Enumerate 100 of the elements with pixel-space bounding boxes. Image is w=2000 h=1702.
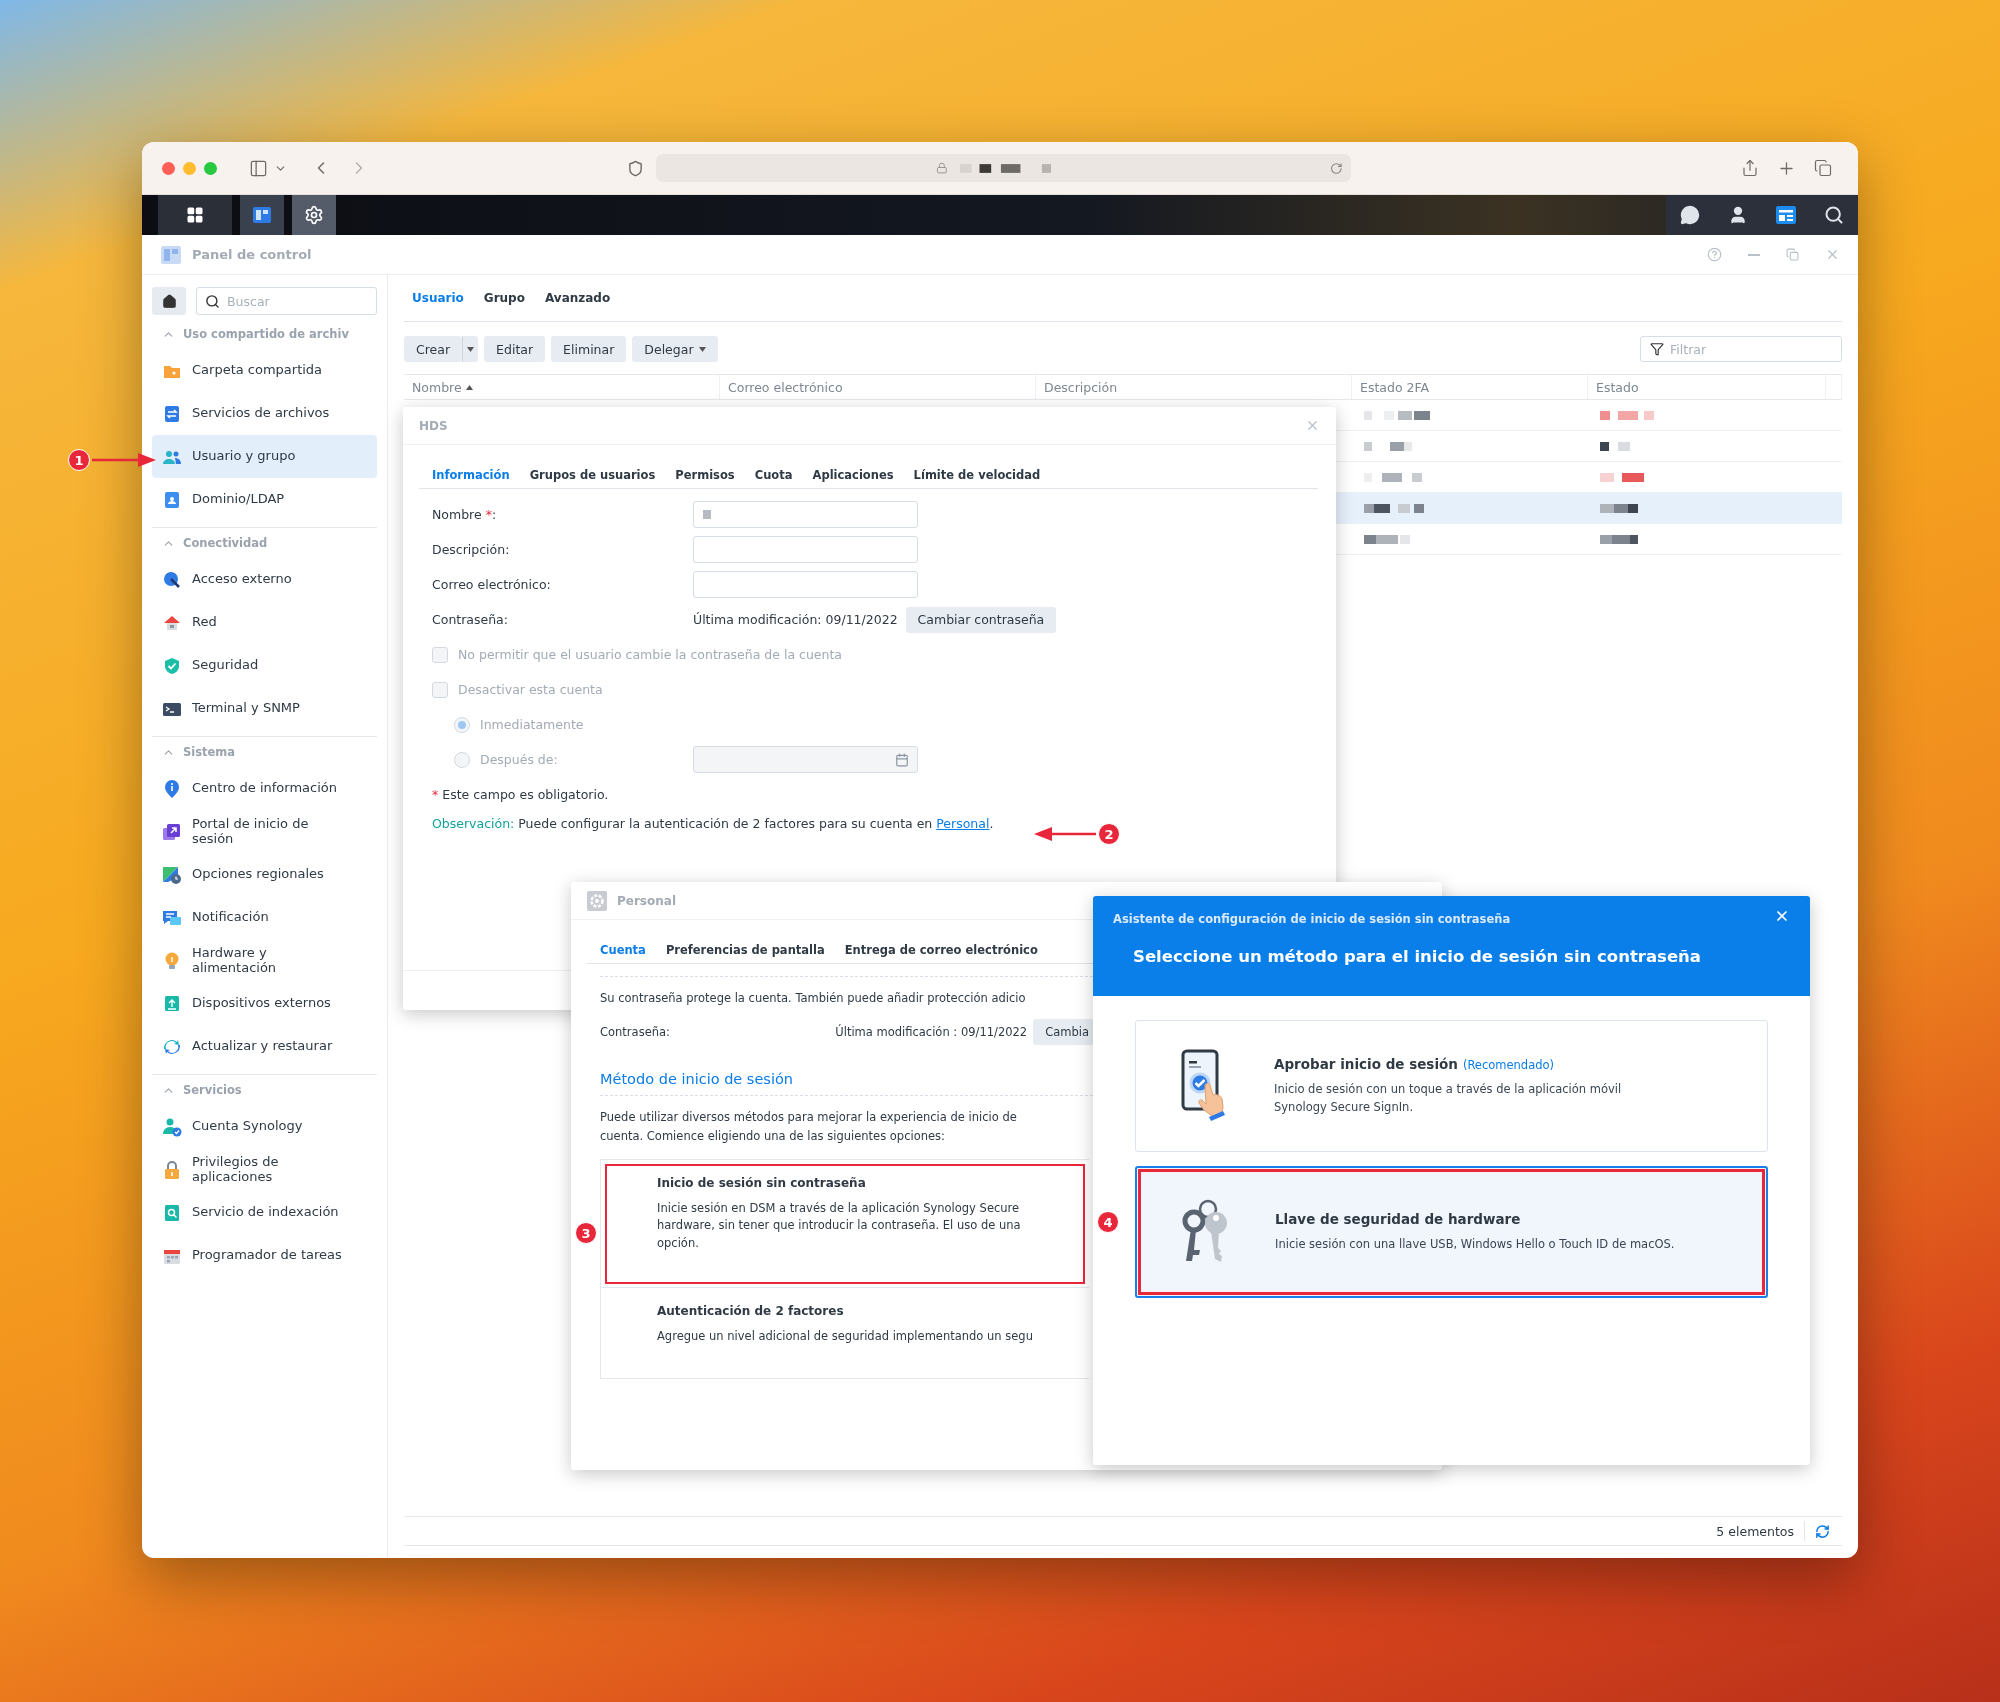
tab[interactable]: Entrega de correo electrónico (844, 942, 1038, 957)
field-label: Nombre *: (432, 507, 498, 522)
redacted-text (1364, 441, 1412, 451)
settings-button[interactable] (292, 195, 336, 235)
sidebar-item[interactable]: Usuario y grupo (152, 435, 377, 478)
close-button[interactable] (162, 161, 175, 175)
id-card-icon (162, 489, 182, 510)
tab[interactable]: Grupos de usuarios (529, 467, 656, 482)
close-button[interactable] (1774, 908, 1790, 924)
tab[interactable]: Permisos (675, 467, 735, 482)
sidebar-item[interactable]: Privilegios de aplicaciones (152, 1148, 377, 1191)
sidebar-item[interactable]: Carpeta compartida (152, 349, 377, 392)
share-icon[interactable] (1741, 159, 1759, 177)
sidebar-item[interactable]: Hardware y alimentación (152, 939, 377, 982)
tab[interactable]: Aplicaciones (812, 467, 894, 482)
search-icon (1824, 205, 1844, 225)
address-field[interactable] (656, 154, 1351, 182)
annotation-arrow (1034, 826, 1096, 842)
sidebar-item[interactable]: Red (152, 601, 377, 644)
sidebar-item[interactable]: Centro de información (152, 767, 377, 810)
search-document-icon (162, 1202, 182, 1223)
method-card[interactable]: Aprobar inicio de sesión (Recomendado) Inicio de sesión con un toque a través de la aplicación móvil Synology Secure SignIn. (1135, 1020, 1768, 1152)
option-title: Autenticación de 2 factores (657, 1303, 845, 1318)
reload-icon[interactable] (1330, 161, 1343, 175)
sidebar-item[interactable]: Servicios de archivos (152, 392, 377, 435)
column-header[interactable]: Nombre (404, 375, 720, 399)
sidebar-item[interactable]: Portal de inicio de sesión (152, 810, 377, 853)
field-label: Correo electrónico: (432, 577, 552, 592)
menu-button[interactable]: Delegar (632, 336, 718, 362)
sidebar-item[interactable]: Actualizar y restaurar (152, 1025, 377, 1068)
sidebar-item[interactable]: Cuenta Synology (152, 1105, 377, 1148)
sidebar-item[interactable]: Terminal y SNMP (152, 687, 377, 730)
change-password-button[interactable]: Cambiar contraseña (905, 606, 1057, 633)
home-button[interactable] (152, 287, 186, 315)
restore-button[interactable] (1786, 248, 1799, 261)
radio-label: Inmediatamente (480, 717, 584, 732)
tab[interactable]: Información (432, 467, 510, 482)
close-icon (1305, 418, 1320, 433)
dropdown-button[interactable] (462, 336, 479, 362)
create-button[interactable]: Crear (404, 336, 463, 362)
lock-icon (162, 1159, 182, 1180)
tab[interactable]: Grupo (483, 291, 525, 305)
redacted-text (1600, 441, 1630, 451)
text-field[interactable] (693, 501, 918, 528)
wizard-heading: Seleccione un método para el inicio de sesión sin contraseña (1133, 947, 1702, 966)
column-header[interactable]: Correo electrónico (720, 375, 1036, 399)
tab[interactable]: Cuenta (600, 942, 646, 957)
main-menu-button[interactable] (158, 195, 232, 235)
zoom-button[interactable] (204, 161, 217, 175)
redacted-text (1600, 534, 1638, 544)
swap-arrows-icon (162, 403, 182, 424)
help-icon (1707, 247, 1722, 262)
tab[interactable]: Límite de velocidad (913, 467, 1041, 482)
text-field[interactable] (693, 536, 918, 563)
minimize-icon (1748, 253, 1760, 256)
sidebar-item[interactable]: Seguridad (152, 644, 377, 687)
map-clock-icon (162, 864, 182, 885)
method-card[interactable]: Llave de seguridad de hardware Inicie sesión con una llave USB, Windows Hello o Touch ID de macOS. (1135, 1166, 1768, 1298)
control-panel-button[interactable] (240, 195, 284, 235)
sidebar-item[interactable]: Servicio de indexación (152, 1191, 377, 1234)
observation-note: Observación: Puede configurar la autenticación de 2 factores para su cuenta en Personal. (432, 816, 995, 831)
required-note: * Este campo es obligatorio. (432, 786, 610, 804)
text-field[interactable] (693, 571, 918, 598)
shield-icon[interactable] (627, 159, 644, 177)
widgets-icon (1775, 205, 1797, 225)
refresh-button[interactable] (1815, 1523, 1830, 1539)
close-button[interactable] (1825, 247, 1840, 262)
sidebar-item[interactable]: Opciones regionales (152, 853, 377, 896)
sidebar-item[interactable]: Dominio/LDAP (152, 478, 377, 521)
tab[interactable]: Usuario (412, 291, 464, 305)
checkbox-label: No permitir que el usuario cambie la contraseña de la cuenta (458, 647, 843, 662)
tabs-icon[interactable] (1814, 159, 1832, 177)
sidebar-item[interactable]: Notificación (152, 896, 377, 939)
column-header[interactable]: Estado 2FA (1352, 375, 1588, 399)
change-password-button[interactable]: Cambia (1033, 1018, 1093, 1045)
minimize-button[interactable] (1748, 253, 1760, 256)
tab[interactable]: Avanzado (544, 291, 611, 305)
redacted-text (1600, 472, 1644, 482)
toolbar-button[interactable]: Editar (484, 336, 546, 362)
login-option[interactable]: Inicio de sesión sin contraseña Inicie sesión en DSM a través de la aplicación Synology Secure hardware, sin tener que introducir la contraseña. El uso de una opción. (601, 1159, 1089, 1288)
column-header[interactable]: Descripción (1036, 375, 1352, 399)
login-option[interactable]: Autenticación de 2 factores Agregue un nivel adicional de seguridad implementando un segu (601, 1287, 1089, 1378)
sidebar-item[interactable]: Acceso externo (152, 558, 377, 601)
date-field[interactable] (693, 746, 918, 773)
grid-icon (186, 206, 204, 224)
user-icon (1728, 205, 1748, 225)
minimize-button[interactable] (183, 161, 196, 175)
tab[interactable]: Preferencias de pantalla (665, 942, 825, 957)
toolbar-button[interactable]: Eliminar (551, 336, 627, 362)
restore-icon (1786, 248, 1799, 261)
column-header[interactable]: Estado (1588, 375, 1826, 399)
info-icon (162, 778, 182, 799)
caret-icon (467, 346, 475, 352)
close-button[interactable] (1305, 418, 1320, 433)
help-button[interactable] (1707, 247, 1722, 262)
tab[interactable]: Cuota (754, 467, 793, 482)
sidebar-toggle-icon[interactable] (249, 158, 268, 178)
sidebar-item[interactable]: Programador de tareas (152, 1234, 377, 1277)
checkbox-label: Desactivar esta cuenta (458, 682, 603, 697)
sidebar-item[interactable]: Dispositivos externos (152, 982, 377, 1025)
